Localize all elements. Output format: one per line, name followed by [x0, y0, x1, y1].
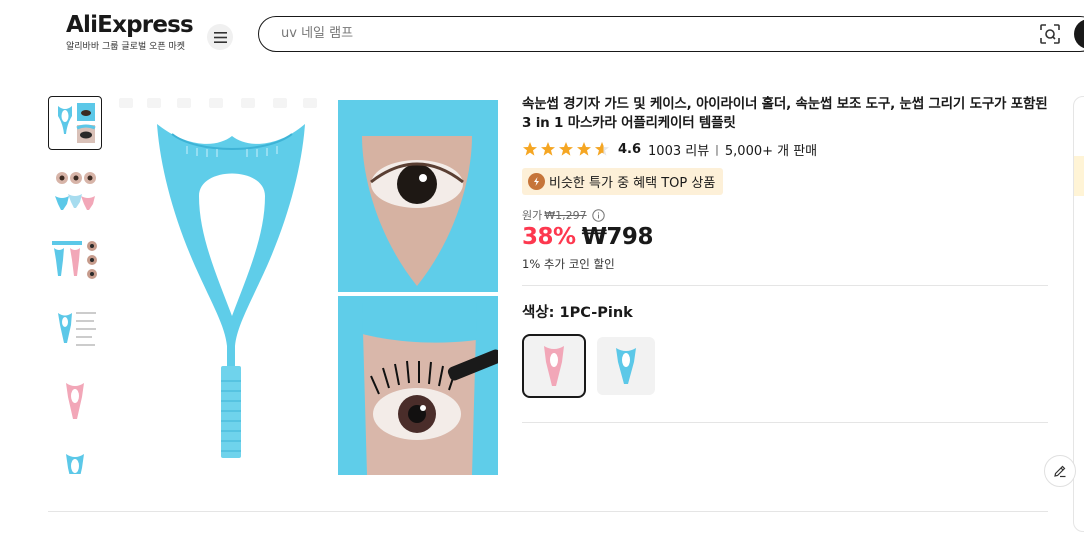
product-title: 속눈썹 경기자 가드 및 케이스, 아이라이너 홀더, 속눈썹 보조 도구, 눈… [522, 96, 1048, 131]
discount-percent: 38% [522, 224, 576, 250]
rating-row: 4.6 1003 리뷰 | 5,000+ 개 판매 [522, 140, 818, 159]
thumbnail-3[interactable] [48, 234, 102, 288]
pencil-icon [1054, 465, 1066, 478]
product-main-image [119, 98, 498, 475]
star-rating [522, 141, 610, 157]
pink-variant-image [544, 346, 564, 386]
product-thumbnail-image [58, 103, 96, 143]
deal-tag-icon [528, 173, 545, 190]
hamburger-icon [213, 31, 227, 43]
original-price-label: 원가 [522, 209, 543, 222]
product-thumbnail-image [66, 383, 84, 419]
price-row: 38% ₩798 [522, 224, 653, 250]
divider [48, 511, 1048, 512]
thumbnail-1[interactable] [48, 96, 102, 150]
thumbnail-4[interactable] [48, 303, 102, 357]
promo-strip [1074, 156, 1084, 196]
rating-score: 4.6 [618, 141, 642, 157]
product-thumbnail-image [58, 312, 96, 346]
thumbnail-6[interactable] [48, 442, 102, 480]
star-icon [577, 142, 591, 156]
review-count-link[interactable]: 1003 리뷰 [648, 140, 709, 159]
color-selection-label: 색상: 1PC-Pink [522, 305, 633, 321]
thumbnail-5[interactable] [48, 373, 102, 427]
search-bar [258, 16, 1084, 52]
thumbnail-list [48, 96, 102, 480]
color-option-blue[interactable] [597, 337, 655, 395]
half-star-icon [595, 142, 609, 156]
camera-search-icon [1040, 24, 1060, 44]
main-product-image[interactable] [117, 96, 498, 476]
sale-price: ₩798 [581, 224, 654, 250]
top-deal-badge[interactable]: 비슷한 특가 중 혜택 TOP 상품 [522, 168, 724, 195]
search-input[interactable] [281, 17, 881, 50]
coin-discount-text: 1% 추가 코인 할인 [522, 257, 615, 271]
star-icon [523, 142, 537, 156]
thumbnail-2[interactable] [48, 164, 102, 218]
logo-text: AliExpress [66, 12, 194, 38]
sold-count: 5,000+ 개 판매 [724, 143, 818, 159]
divider [522, 285, 1048, 286]
product-thumbnail-image [54, 454, 96, 480]
aliexpress-logo[interactable]: AliExpress 알리바바 그룹 글로벌 오픈 마켓 [66, 12, 194, 52]
star-icon [559, 142, 573, 156]
product-thumbnail-image [55, 172, 96, 210]
divider [522, 422, 1048, 423]
blue-variant-image [616, 348, 636, 384]
original-price-row: 원가 ₩1,297 [522, 207, 605, 223]
camera-search-button[interactable] [1039, 23, 1061, 45]
feedback-button[interactable] [1044, 455, 1076, 487]
search-button[interactable] [1074, 19, 1084, 49]
separator: | [715, 142, 719, 156]
info-icon[interactable] [591, 208, 605, 222]
star-icon [541, 142, 555, 156]
badge-label: 비슷한 특가 중 혜택 TOP 상품 [549, 176, 716, 191]
hamburger-menu-button[interactable] [207, 24, 233, 50]
logo-subtitle: 알리바바 그룹 글로벌 오픈 마켓 [66, 42, 186, 52]
product-thumbnail-image [52, 241, 97, 279]
color-option-pink[interactable] [522, 334, 586, 398]
original-price: ₩1,297 [544, 208, 587, 222]
